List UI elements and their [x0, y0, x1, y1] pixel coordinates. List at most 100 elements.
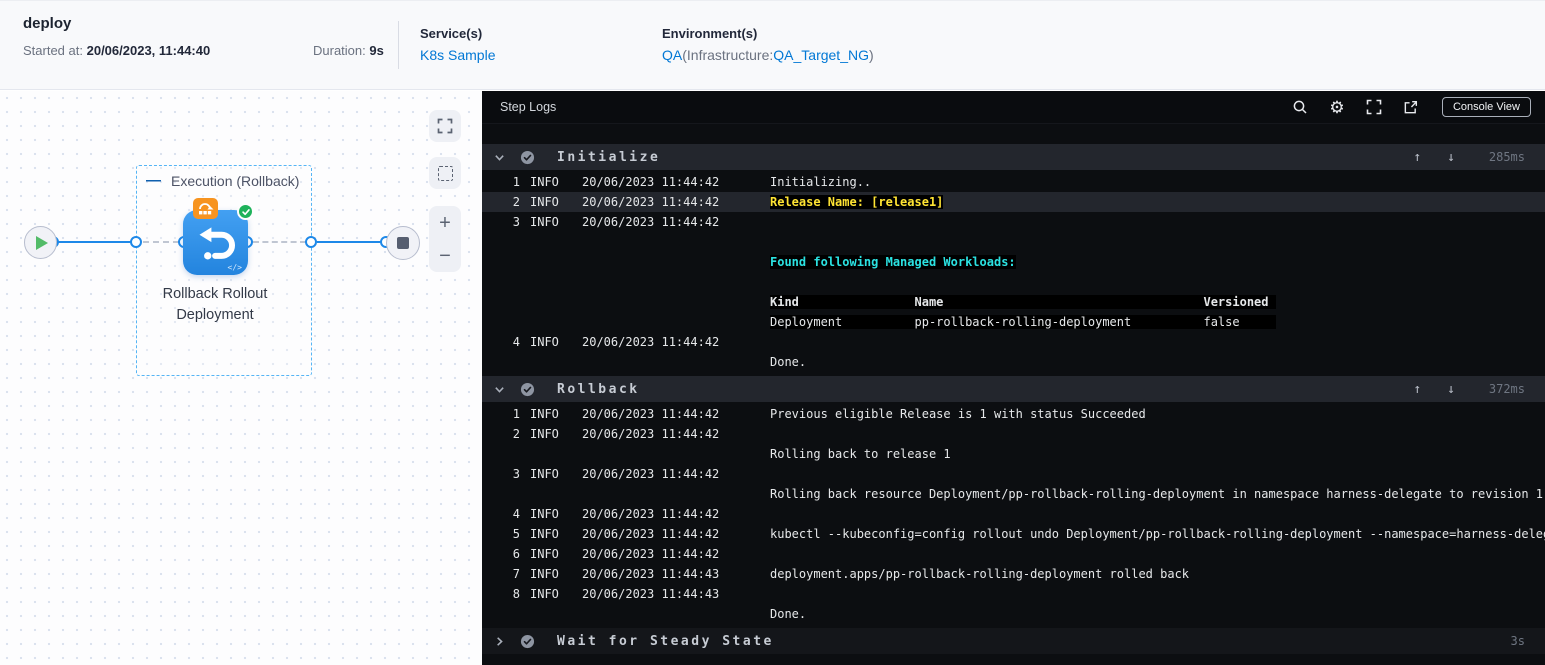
step-node-rollback-rollout-deployment[interactable]: </> — [183, 198, 254, 275]
chevron-right-icon[interactable] — [494, 636, 506, 647]
log-message: Found following Managed Workloads: — [770, 255, 1016, 269]
log-section-lines: 1 INFO 20/06/2023 11:44:42 Previous eligibl… — [482, 402, 1545, 628]
expand-logs-icon[interactable] — [1365, 98, 1383, 116]
log-message: Rolling back to release 1 — [770, 447, 951, 461]
log-timestamp: 20/06/2023 11:44:42 — [582, 407, 720, 421]
log-timestamp: 20/06/2023 11:44:42 — [582, 507, 720, 521]
log-line: 7 INFO 20/06/2023 11:44:43 deployment.apps/… — [482, 564, 1545, 584]
scroll-to-top-icon[interactable]: ↑ — [1413, 382, 1421, 397]
log-timestamp: 20/06/2023 11:44:42 — [582, 527, 720, 541]
canvas-fullscreen-button[interactable] — [429, 110, 461, 142]
environment-suffix: ) — [868, 47, 874, 63]
log-message: Release Name: [release1] — [770, 195, 944, 209]
log-line-number: 5 — [512, 527, 520, 541]
log-timestamp: 20/06/2023 11:44:42 — [582, 547, 720, 561]
log-line-number: 3 — [512, 215, 520, 229]
execution-header: deploy Started at: 20/06/2023, 11:44:40 … — [0, 0, 1545, 90]
log-line: 2 INFO 20/06/2023 11:44:42 — [482, 424, 1545, 444]
environments-block: Environment(s) QA(Infrastructure:QA_Targ… — [662, 26, 874, 63]
log-line-number: 2 — [512, 195, 520, 209]
services-block: Service(s) K8s Sample — [420, 26, 495, 63]
start-node[interactable] — [24, 226, 57, 259]
log-line-number: 2 — [512, 427, 520, 441]
log-section-duration: 372ms — [1488, 382, 1525, 396]
log-line: 3 INFO 20/06/2023 11:44:42 — [482, 464, 1545, 484]
step-success-check-icon — [520, 382, 535, 397]
log-line-number: 1 — [512, 175, 520, 189]
log-level: INFO — [530, 587, 559, 601]
environment-value: QA(Infrastructure:QA_Target_NG) — [662, 47, 874, 63]
log-line-number: 7 — [512, 567, 520, 581]
log-section-initialize: Initialize ↑ ↓ 285ms 1 INFO 20/06/2023 11:44:4… — [482, 144, 1545, 376]
rollout-step-type-icon — [193, 198, 218, 219]
canvas-select-button[interactable] — [429, 157, 461, 189]
log-line-number: 4 — [512, 507, 520, 521]
log-section-title: Wait for Steady State — [557, 633, 774, 649]
chevron-down-icon[interactable] — [494, 384, 506, 395]
log-message: kubectl --kubeconfig=config rollout undo… — [770, 527, 1545, 541]
port-group-in — [130, 236, 142, 248]
zoom-out-button[interactable]: − — [439, 246, 451, 266]
step-logs-header: Step Logs ⚙ Console View — [482, 91, 1545, 124]
duration: Duration: 9s — [313, 43, 384, 58]
scroll-to-bottom-icon[interactable]: ↓ — [1447, 382, 1455, 397]
log-section-lines: 1 INFO 20/06/2023 11:44:42 Initializing.. 2 I… — [482, 170, 1545, 376]
log-section-duration: 3s — [1510, 634, 1525, 648]
zoom-in-button[interactable]: + — [439, 213, 451, 233]
pipeline-execution-page: deploy Started at: 20/06/2023, 11:44:40 … — [0, 0, 1545, 665]
collapse-group-icon[interactable]: — — [146, 173, 161, 188]
log-section-title: Initialize — [557, 149, 661, 165]
edge-start-to-group — [56, 241, 133, 243]
log-line: Found following Managed Workloads: — [482, 252, 1545, 272]
log-line-number: 6 — [512, 547, 520, 561]
service-link[interactable]: K8s Sample — [420, 47, 495, 63]
end-node[interactable] — [386, 226, 420, 260]
step-logs-panel: Step Logs ⚙ Console View Initialize ↑ ↓ 2 8 5… — [482, 91, 1545, 665]
pipeline-graph-canvas[interactable]: — Execution (Rollback) </> Rollback Roll… — [0, 91, 482, 665]
pipeline-name: deploy — [23, 15, 72, 32]
log-line: 1 INFO 20/06/2023 11:44:42 Previous eligibl… — [482, 404, 1545, 424]
scroll-to-top-icon[interactable]: ↑ — [1413, 150, 1421, 165]
log-level: INFO — [530, 335, 559, 349]
environment-link[interactable]: QA — [662, 47, 682, 63]
log-body[interactable]: Initialize ↑ ↓ 285ms 1 INFO 20/06/2023 11:44:4… — [482, 124, 1545, 654]
log-section-header[interactable]: Wait for Steady State 3s — [482, 628, 1545, 654]
fullscreen-icon — [437, 118, 453, 134]
edge-group-to-end — [317, 241, 381, 243]
log-line: 8 INFO 20/06/2023 11:44:43 — [482, 584, 1545, 604]
console-view-button[interactable]: Console View — [1441, 97, 1531, 117]
log-section-controls: ↑ ↓ 285ms — [1413, 150, 1525, 165]
execution-group-title: Execution (Rollback) — [171, 173, 300, 189]
log-message: Deployment pp-rollback-rolling-deploymen… — [770, 315, 1276, 329]
log-level: INFO — [530, 215, 559, 229]
marquee-select-icon — [437, 165, 453, 181]
log-message: Done. — [770, 355, 807, 369]
log-level: INFO — [530, 175, 559, 189]
step-logs-title: Step Logs — [500, 100, 557, 114]
log-level: INFO — [530, 527, 559, 541]
step-node-label[interactable]: Rollback Rollout Deployment — [123, 284, 307, 326]
chevron-down-icon[interactable] — [494, 152, 506, 163]
infrastructure-link[interactable]: QA_Target_NG — [773, 47, 869, 63]
log-line: 2 INFO 20/06/2023 11:44:42 Release Name: [r… — [482, 192, 1545, 212]
log-level: INFO — [530, 195, 559, 209]
log-section-controls: ↑ ↓ 372ms — [1413, 382, 1525, 397]
port-group-out — [305, 236, 317, 248]
log-section-rollback: Rollback ↑ ↓ 372ms 1 INFO 20/06/2023 11:44:42 P… — [482, 376, 1545, 628]
duration-label: Duration: — [313, 43, 366, 58]
log-section-header[interactable]: Rollback ↑ ↓ 372ms — [482, 376, 1545, 402]
log-line: Rolling back to release 1 — [482, 444, 1545, 464]
settings-gear-icon[interactable]: ⚙ — [1328, 98, 1346, 116]
log-level: INFO — [530, 427, 559, 441]
log-message: Previous eligible Release is 1 with stat… — [770, 407, 1146, 421]
log-section-header[interactable]: Initialize ↑ ↓ 285ms — [482, 144, 1545, 170]
log-line-number: 4 — [512, 335, 520, 349]
canvas-zoom-controls: + − — [429, 206, 461, 272]
log-line-number: 1 — [512, 407, 520, 421]
scroll-to-bottom-icon[interactable]: ↓ — [1447, 150, 1455, 165]
open-in-new-icon[interactable] — [1402, 98, 1420, 116]
log-line-number: 8 — [512, 587, 520, 601]
search-icon[interactable] — [1291, 98, 1309, 116]
log-line: Deployment pp-rollback-rolling-deploymen… — [482, 312, 1545, 332]
